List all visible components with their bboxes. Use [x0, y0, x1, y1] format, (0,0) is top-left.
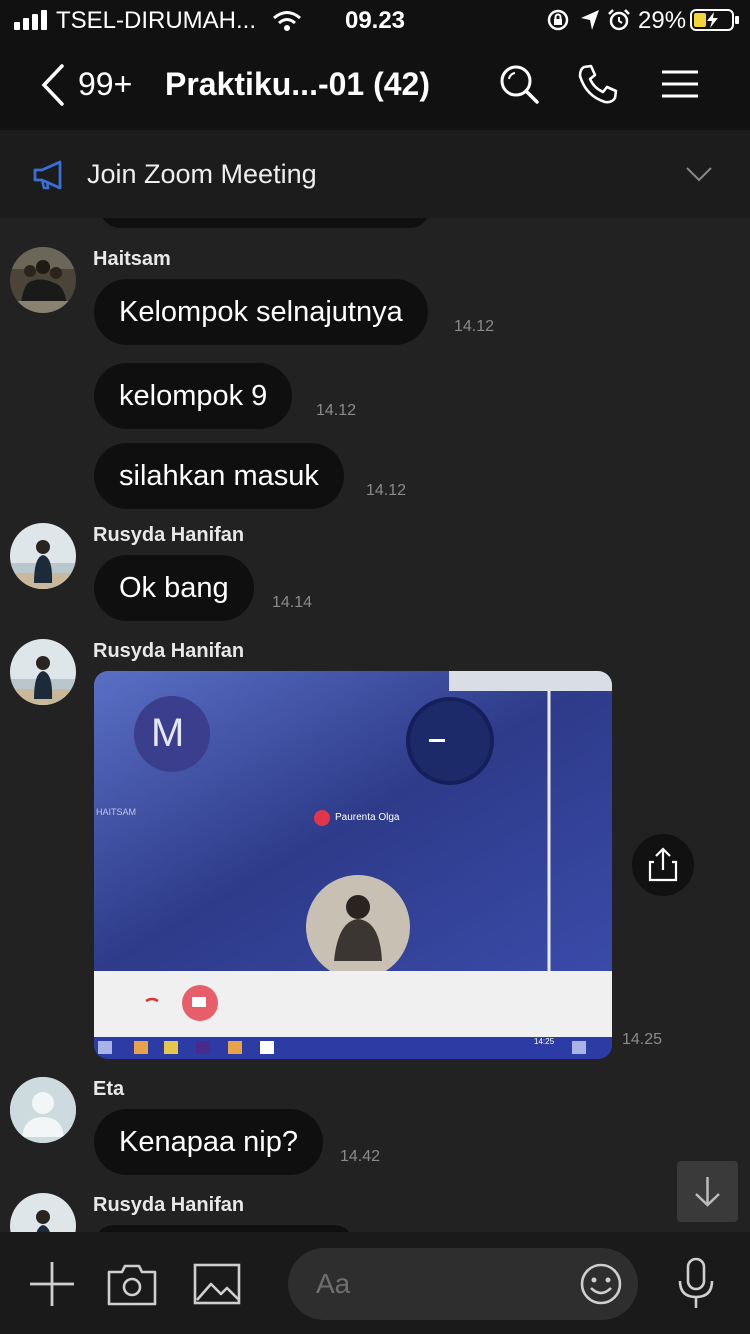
sender-name: Rusyda Hanifan [93, 524, 245, 546]
image-mic-name: Paurenta Olga [335, 812, 400, 823]
share-icon [648, 847, 678, 882]
battery-percentage: 29% [638, 7, 687, 34]
microphone-icon[interactable] [676, 1256, 716, 1312]
message-time: 14.14 [272, 594, 313, 611]
phone-icon[interactable] [576, 62, 620, 106]
image-avatar-letter: M [151, 711, 185, 755]
chat-header: 99+ Praktiku...-01 (42) [0, 40, 750, 130]
battery-icon [690, 9, 739, 31]
image-taskbar-clock: 14:25 [534, 1037, 555, 1046]
sender-name: Rusyda Hanifan [93, 1194, 245, 1216]
plus-icon[interactable] [28, 1260, 76, 1308]
avatar[interactable] [10, 1077, 76, 1143]
scroll-to-bottom-button[interactable] [677, 1161, 738, 1222]
megaphone-icon [33, 160, 62, 190]
announcement-text: Join Zoom Meeting [87, 159, 317, 189]
message-bubble[interactable]: Ok bang [94, 555, 254, 621]
sender-name: Haitsam [93, 248, 171, 270]
message-bubble[interactable]: Kenapaa nip? [94, 1109, 323, 1175]
message-time: 14.42 [340, 1148, 381, 1165]
chevron-down-icon[interactable] [685, 165, 713, 183]
message-bubble[interactable]: silahkan masuk [94, 443, 344, 509]
image-participant-name: HAITSAM [96, 807, 137, 817]
avatar[interactable] [10, 1193, 76, 1232]
status-bar: TSEL-DIRUMAH... 09.23 29% [0, 0, 750, 40]
message-time: 14.12 [316, 402, 357, 419]
location-icon [581, 10, 599, 30]
avatar[interactable] [10, 639, 76, 705]
emoji-icon[interactable] [579, 1262, 623, 1306]
alarm-icon [608, 9, 630, 31]
chat-title[interactable]: Praktiku...-01 (42) [165, 66, 430, 103]
back-chevron-icon[interactable] [38, 62, 68, 108]
menu-icon[interactable] [658, 62, 702, 106]
message-list[interactable]: Haitsam Kelompok selnajutnya 14.12 kelom… [0, 218, 750, 1232]
arrow-down-icon [695, 1177, 720, 1207]
image-mic-indicator [314, 810, 330, 826]
message-time: 14.12 [454, 318, 495, 335]
message-bubble[interactable]: Kelompok selnajutnya [94, 279, 428, 345]
message-input[interactable]: Aa [288, 1248, 638, 1320]
previous-bubble-fragment [100, 218, 430, 228]
image-icon[interactable] [193, 1262, 241, 1306]
sender-name: Eta [93, 1078, 125, 1100]
composer-bar: Aa [0, 1232, 750, 1334]
announcement-bar[interactable]: Join Zoom Meeting [0, 130, 750, 218]
unread-count[interactable]: 99+ [78, 66, 132, 103]
avatar[interactable] [10, 247, 76, 313]
search-icon[interactable] [497, 62, 541, 106]
share-button[interactable] [632, 834, 694, 896]
message-bubble[interactable]: kelompok 9 [94, 363, 293, 429]
sender-name: Rusyda Hanifan [93, 640, 245, 662]
message-input-placeholder: Aa [316, 1268, 351, 1299]
rotation-lock-icon [547, 9, 569, 31]
message-time: 14.25 [622, 1031, 663, 1048]
camera-icon[interactable] [106, 1262, 158, 1306]
avatar[interactable] [10, 523, 76, 589]
image-message[interactable]: M HAITSAM Paurenta Olga 14:25 [94, 671, 612, 1059]
message-bubble[interactable] [94, 1225, 354, 1232]
message-time: 14.12 [366, 482, 407, 499]
